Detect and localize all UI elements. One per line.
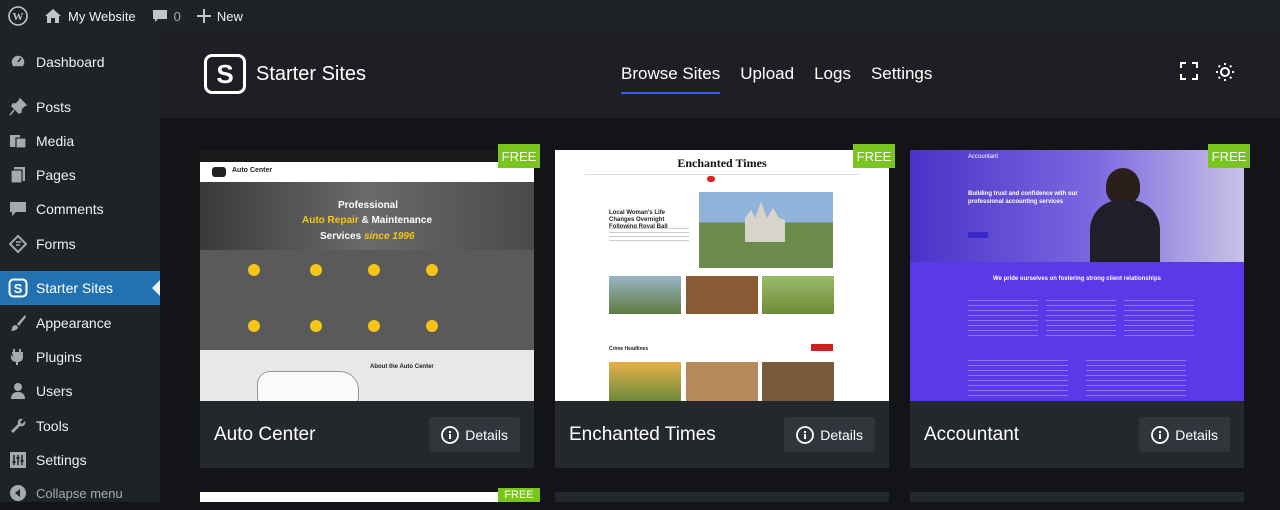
sidebar-item-label: Dashboard <box>36 54 105 70</box>
details-button[interactable]: Details <box>1139 417 1230 452</box>
site-preview-image[interactable]: Accountant Building trust and confidence… <box>910 150 1244 401</box>
new-label: New <box>216 8 243 24</box>
collapse-menu-label: Collapse menu <box>36 485 123 501</box>
site-card-accountant[interactable]: FREE Accountant Building trust and confi… <box>910 144 1250 468</box>
sidebar-item-label: Media <box>36 133 75 149</box>
main-nav: Browse Sites Upload Logs Settings <box>621 64 952 94</box>
sidebar-item-label: Comments <box>36 201 104 217</box>
sidebar-item-settings[interactable]: Settings <box>0 443 160 477</box>
sidebar-item-label: Starter Sites <box>36 280 114 296</box>
dashboard-icon <box>0 53 36 71</box>
admin-bar: W My Website 0 New <box>0 0 1280 32</box>
site-card-partial[interactable] <box>910 492 1244 502</box>
preview-brand: Auto Center <box>232 167 273 174</box>
site-title: Enchanted Times <box>569 423 716 445</box>
app-title: Starter Sites <box>256 62 367 85</box>
details-label: Details <box>1175 426 1218 443</box>
new-content-link[interactable]: New <box>189 0 251 32</box>
sidebar-item-posts[interactable]: Posts <box>0 90 160 124</box>
tab-browse-sites[interactable]: Browse Sites <box>621 64 721 94</box>
sidebar-item-label: Tools <box>36 418 69 434</box>
info-icon <box>441 425 460 444</box>
sidebar-item-label: Users <box>36 383 73 399</box>
sidebar-item-label: Appearance <box>36 315 112 331</box>
site-preview-image[interactable]: Auto Center Professional Auto Repair & M… <box>200 150 534 401</box>
home-icon <box>45 9 61 23</box>
site-card-partial[interactable] <box>555 492 889 502</box>
free-badge: FREE <box>1208 144 1250 168</box>
pin-icon <box>0 98 36 116</box>
theme-toggle-sun-icon[interactable] <box>1215 62 1235 87</box>
site-preview-image[interactable]: Enchanted Times Local Woman's Life Chang… <box>555 150 889 401</box>
forms-icon <box>0 235 36 253</box>
sidebar-item-label: Posts <box>36 99 72 115</box>
info-icon <box>796 425 815 444</box>
sidebar-item-starter-sites[interactable]: S Starter Sites <box>0 271 160 305</box>
site-title: Auto Center <box>214 423 316 445</box>
settings-icon <box>0 451 36 469</box>
svg-text:W: W <box>13 11 24 23</box>
comments-link[interactable]: 0 <box>144 0 189 32</box>
fullscreen-icon[interactable] <box>1180 62 1198 85</box>
sidebar-item-label: Settings <box>36 452 87 468</box>
media-icon <box>0 132 36 150</box>
wordpress-logo-icon[interactable]: W <box>0 0 36 32</box>
details-button[interactable]: Details <box>429 417 520 452</box>
sidebar-item-comments[interactable]: Comments <box>0 192 160 226</box>
svg-text:S: S <box>14 281 23 296</box>
free-badge: FREE <box>853 144 895 168</box>
details-button[interactable]: Details <box>784 417 875 452</box>
sidebar-item-pages[interactable]: Pages <box>0 158 160 192</box>
plus-icon <box>196 9 211 23</box>
sidebar-item-label: Pages <box>36 167 76 183</box>
card-footer: Accountant Details <box>910 401 1244 468</box>
sidebar-item-appearance[interactable]: Appearance <box>0 306 160 340</box>
wrench-icon <box>0 417 36 435</box>
sidebar-item-label: Forms <box>36 236 76 252</box>
sidebar-item-label: Plugins <box>36 349 82 365</box>
site-title: Accountant <box>924 423 1020 445</box>
user-icon <box>0 382 36 400</box>
brush-icon <box>0 314 36 332</box>
comment-icon <box>0 200 36 218</box>
site-card-auto-center[interactable]: FREE Auto Center Professional Auto Repai… <box>200 144 540 468</box>
card-footer: Enchanted Times Details <box>555 401 889 468</box>
comments-count: 0 <box>173 8 181 24</box>
sidebar-item-plugins[interactable]: Plugins <box>0 340 160 374</box>
app-logo: S Starter Sites <box>204 54 366 94</box>
free-badge: FREE <box>498 144 540 168</box>
collapse-menu-button[interactable]: Collapse menu <box>0 476 160 510</box>
starter-sites-logo-icon: S <box>204 54 246 94</box>
info-icon <box>1151 425 1170 444</box>
starter-sites-icon: S <box>0 278 36 298</box>
app-header: S Starter Sites Browse Sites Upload Logs… <box>160 32 1280 118</box>
site-card-enchanted-times[interactable]: FREE Enchanted Times Local Woman's Life … <box>555 144 895 468</box>
sidebar-item-tools[interactable]: Tools <box>0 409 160 443</box>
site-name-link[interactable]: My Website <box>36 0 144 32</box>
tab-settings[interactable]: Settings <box>871 64 932 94</box>
details-label: Details <box>820 426 863 443</box>
site-name: My Website <box>68 8 136 24</box>
tab-logs[interactable]: Logs <box>814 64 851 94</box>
sidebar-item-forms[interactable]: Forms <box>0 227 160 261</box>
site-card-partial[interactable]: FREE <box>200 488 540 502</box>
tab-upload[interactable]: Upload <box>740 64 794 94</box>
sidebar-item-media[interactable]: Media <box>0 124 160 158</box>
collapse-icon <box>0 484 36 502</box>
sites-grid: FREE Auto Center Professional Auto Repai… <box>160 118 1280 502</box>
admin-sidebar: Dashboard Posts Media Pages Comments For… <box>0 32 160 502</box>
sidebar-item-dashboard[interactable]: Dashboard <box>0 45 160 79</box>
card-footer: Auto Center Details <box>200 401 534 468</box>
pages-icon <box>0 166 36 184</box>
free-badge: FREE <box>498 488 540 502</box>
sidebar-item-users[interactable]: Users <box>0 374 160 408</box>
comment-icon <box>152 10 167 22</box>
details-label: Details <box>465 426 508 443</box>
plugin-icon <box>0 348 36 366</box>
